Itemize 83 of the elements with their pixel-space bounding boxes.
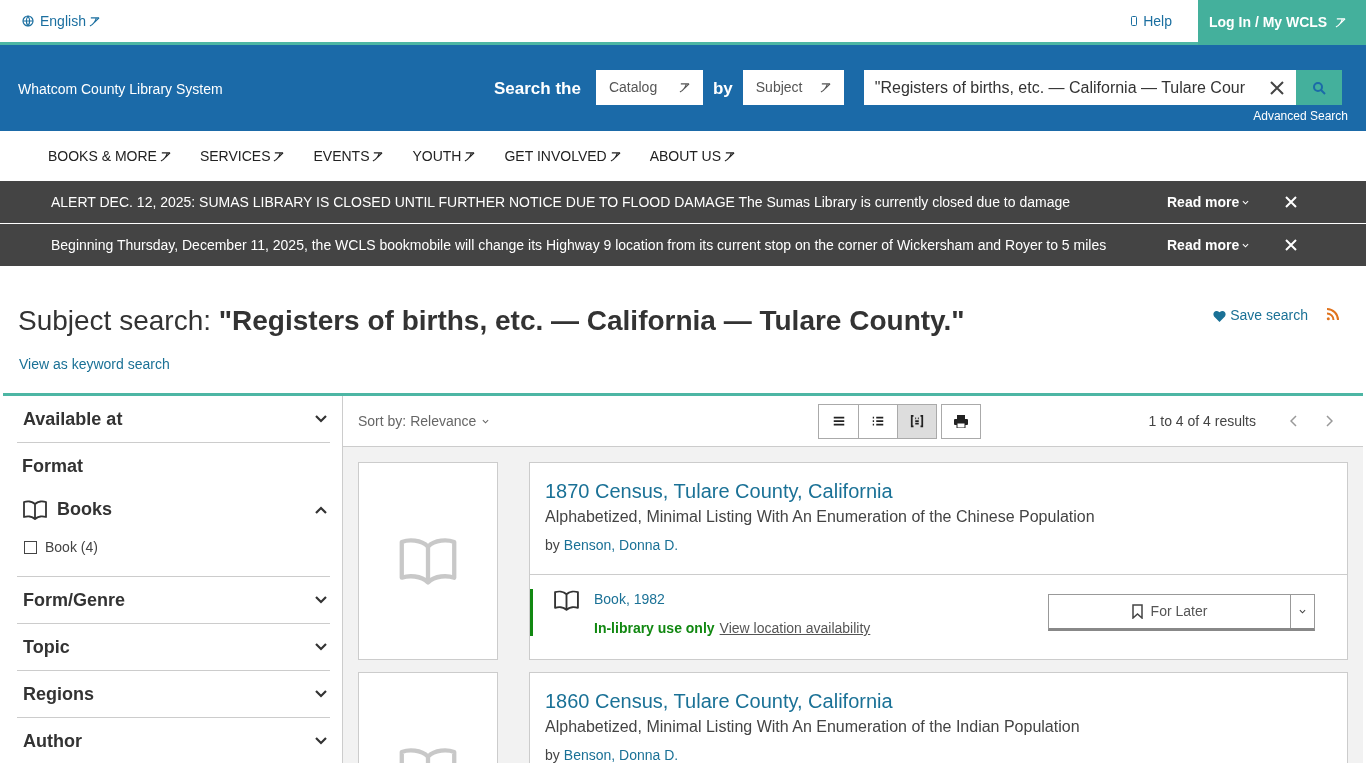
facet-group-header[interactable]: Books bbox=[17, 496, 330, 523]
facet-option: Book (4) bbox=[45, 537, 98, 558]
nav-link[interactable]: ABOUT US bbox=[649, 145, 735, 167]
facet-header[interactable]: Form/Genre bbox=[17, 577, 330, 624]
chevron-down-icon bbox=[482, 418, 490, 424]
chevron-down-icon bbox=[1242, 199, 1250, 205]
save-search-link[interactable]: Save search bbox=[1213, 305, 1308, 326]
facet-header[interactable]: Available at bbox=[17, 396, 330, 443]
print-icon bbox=[954, 414, 968, 428]
clear-icon[interactable] bbox=[1269, 80, 1284, 95]
close-icon[interactable] bbox=[1285, 239, 1297, 251]
nav-link[interactable]: EVENTS bbox=[313, 145, 384, 167]
external-link-icon bbox=[88, 15, 100, 27]
search-label: Search the bbox=[494, 78, 581, 100]
search-button[interactable] bbox=[1295, 70, 1342, 105]
previous-page-icon[interactable] bbox=[1290, 415, 1298, 427]
heart-icon bbox=[1213, 309, 1227, 322]
alert-text: Beginning Thursday, December 11, 2025, the WCLS bookmobile will change its Highway 9 location from its current stop on the corner of Wickersham and Royer to 5 miles bbox=[51, 235, 1108, 255]
result-subtitle: Alphabetized, Minimal Listing With An Enumeration of the Chinese Population bbox=[545, 507, 1096, 527]
checkbox[interactable] bbox=[24, 541, 37, 554]
external-link-icon bbox=[819, 82, 831, 93]
next-page-icon[interactable] bbox=[1325, 415, 1333, 427]
external-link-icon bbox=[159, 150, 171, 162]
external-link-icon bbox=[372, 150, 384, 162]
logo-alt-text[interactable]: Whatcom County Library System bbox=[18, 79, 488, 100]
search-icon bbox=[1311, 80, 1326, 95]
availability-status: In-library use only bbox=[594, 619, 715, 638]
keyword-search-link[interactable]: View as keyword search bbox=[19, 354, 965, 375]
nav-link[interactable]: YOUTH bbox=[412, 145, 476, 167]
facet-header[interactable]: Author bbox=[17, 718, 330, 763]
facet-header[interactable]: Topic bbox=[17, 624, 330, 671]
view-mode-button[interactable] bbox=[897, 404, 936, 438]
author-link[interactable]: Benson, Donna D. bbox=[563, 535, 679, 556]
print-button[interactable] bbox=[941, 403, 981, 439]
chevron-down-icon bbox=[314, 414, 328, 424]
sort-dropdown[interactable]: Sort by: Relevance bbox=[358, 410, 818, 432]
external-link-icon bbox=[464, 150, 476, 162]
chevron-down-icon bbox=[314, 642, 328, 652]
format-book-icon bbox=[553, 589, 580, 612]
book-icon bbox=[22, 498, 48, 521]
catalog-dropdown[interactable]: Catalog bbox=[595, 70, 703, 105]
nav-link[interactable]: BOOKS & MORE bbox=[48, 145, 171, 167]
globe-icon bbox=[22, 15, 34, 27]
read-more-link[interactable]: Read more bbox=[1167, 191, 1285, 213]
external-link-icon bbox=[609, 150, 621, 162]
language-link[interactable]: English bbox=[22, 10, 100, 32]
phone-icon bbox=[1131, 16, 1138, 26]
chevron-down-icon bbox=[314, 689, 328, 699]
result-title-link[interactable]: 1870 Census, Tulare County, California bbox=[545, 479, 1332, 503]
external-link-icon bbox=[678, 82, 690, 93]
help-link[interactable]: Help bbox=[1131, 10, 1172, 32]
list-icon bbox=[831, 414, 846, 428]
chevron-down-icon bbox=[314, 736, 328, 746]
alert-text: ALERT DEC. 12, 2025: SUMAS LIBRARY IS CLOSED UNTIL FURTHER NOTICE DUE TO FLOOD DAMAGE The Sumas Library is currently closed due to damage bbox=[51, 192, 1071, 212]
chevron-down-icon bbox=[314, 595, 328, 605]
expanded-view-icon bbox=[910, 414, 924, 428]
by-label: by bbox=[545, 536, 560, 555]
subject-dropdown[interactable]: Subject bbox=[742, 70, 844, 105]
results-count: 1 to 4 of 4 results bbox=[1148, 411, 1256, 431]
chevron-down-icon bbox=[1242, 242, 1250, 248]
facet-heading: Format bbox=[21, 455, 84, 478]
advanced-search-link[interactable]: Advanced Search bbox=[1253, 107, 1348, 125]
facet-header[interactable]: Regions bbox=[17, 671, 330, 718]
by-label: by bbox=[712, 78, 733, 100]
by-label: by bbox=[545, 746, 560, 763]
location-availability-link[interactable]: View location availability bbox=[719, 618, 871, 639]
read-more-link[interactable]: Read more bbox=[1167, 234, 1285, 256]
chevron-down-icon bbox=[1299, 609, 1306, 614]
result-title-link[interactable]: 1860 Census, Tulare County, California bbox=[545, 689, 1332, 713]
bulleted-list-icon bbox=[871, 414, 885, 428]
bookmark-icon bbox=[1131, 604, 1143, 619]
result-subtitle: Alphabetized, Minimal Listing With An Enumeration of the Indian Population bbox=[545, 717, 1081, 737]
format-link[interactable]: Book, 1982 bbox=[594, 589, 1048, 610]
external-link-icon bbox=[1335, 17, 1347, 28]
external-link-icon bbox=[273, 150, 285, 162]
author-link[interactable]: Benson, Donna D. bbox=[563, 745, 679, 763]
close-icon[interactable] bbox=[1285, 196, 1297, 208]
rss-icon[interactable] bbox=[1326, 307, 1340, 321]
nav-link[interactable]: SERVICES bbox=[199, 145, 285, 167]
external-link-icon bbox=[724, 150, 735, 162]
search-field[interactable]: "Registers of births, etc. — California — Tulare Cour bbox=[863, 70, 1296, 105]
nav-link[interactable]: GET INVOLVED bbox=[504, 145, 621, 167]
page-heading: Subject search: "Registers of births, etc. — California — Tulare County." bbox=[18, 304, 965, 338]
